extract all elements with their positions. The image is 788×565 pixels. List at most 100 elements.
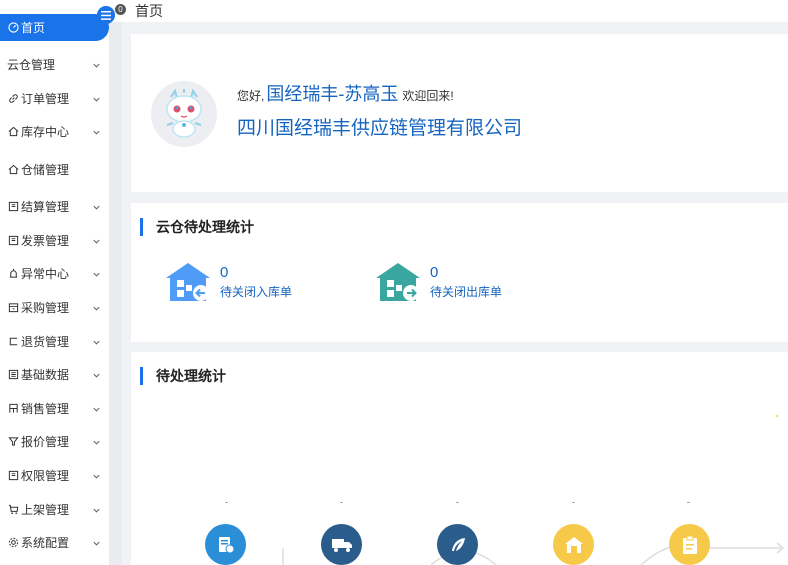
alarm-icon <box>7 268 19 280</box>
sidebar-item[interactable]: 首页 <box>0 14 109 41</box>
stat-value: 0 <box>220 264 229 281</box>
pending-warehouse-button[interactable] <box>553 524 594 565</box>
stat-pending-inbound[interactable]: 0 待关闭入库单 <box>164 261 292 303</box>
sidebar-item-label: 库存中心 <box>21 125 70 139</box>
sidebar-item-label: 仓储管理 <box>21 163 70 177</box>
sidebar-item-label: 采购管理 <box>21 301 70 315</box>
warehouse-outbound-icon <box>376 263 420 301</box>
sidebar-item-label: 异常中心 <box>21 267 70 281</box>
chevron-down-icon <box>92 470 102 480</box>
chevron-down-icon <box>92 59 102 69</box>
sidebar-item-label: 权限管理 <box>21 469 70 483</box>
mascot-avatar-icon <box>166 89 202 138</box>
sales-icon <box>7 403 19 415</box>
sidebar-item[interactable]: 销售管理 <box>0 395 109 422</box>
sidebar-item-label: 云仓管理 <box>7 58 56 72</box>
notification-badge[interactable]: 0 <box>115 4 126 15</box>
greeting-line: 您好, 国经瑞丰-苏高玉 欢迎回来! <box>237 80 454 106</box>
sidebar-item-label: 退货管理 <box>21 335 70 349</box>
pending-stats-card: 待处理统计 <box>131 352 788 565</box>
sidebar-item-label: 基础数据 <box>21 368 70 382</box>
list-icon <box>7 369 19 381</box>
breadcrumb[interactable]: 首页 <box>135 1 163 21</box>
welcome-card: 您好, 国经瑞丰-苏高玉 欢迎回来! 四川国经瑞丰供应链管理有限公司 <box>131 34 788 192</box>
sidebar-item-label: 结算管理 <box>21 200 70 214</box>
sidebar-item-label: 系统配置 <box>21 536 70 550</box>
menu-toggle-button[interactable] <box>97 6 115 24</box>
document-clock-icon <box>218 536 234 553</box>
doc-icon <box>7 201 19 213</box>
divider <box>456 502 459 503</box>
greeting-prefix: 您好, <box>237 89 265 103</box>
doc-icon <box>7 235 19 247</box>
chevron-down-icon <box>92 504 102 514</box>
gear-icon <box>7 537 19 549</box>
sidebar-item-label: 上架管理 <box>21 503 70 517</box>
chevron-down-icon <box>92 126 102 136</box>
stat-label: 待关闭入库单 <box>220 285 293 299</box>
home-icon <box>7 164 19 176</box>
sidebar-item[interactable]: 退货管理 <box>0 328 109 355</box>
pending-clipboard-button[interactable] <box>669 524 710 565</box>
sidebar-item[interactable]: 云仓管理 <box>0 51 109 78</box>
sidebar-item[interactable]: 异常中心 <box>0 260 109 287</box>
dashboard-icon <box>7 22 19 34</box>
chevron-down-icon <box>92 369 102 379</box>
pending-sign-button[interactable] <box>437 524 478 565</box>
sidebar-item[interactable]: 基础数据 <box>0 361 109 388</box>
sidebar-item[interactable]: 库存中心 <box>0 118 109 145</box>
pending-shipping-button[interactable] <box>321 524 362 565</box>
menu-icon <box>101 10 111 20</box>
chevron-down-icon <box>92 235 102 245</box>
stat-label: 待关闭出库单 <box>430 285 503 299</box>
stat-value: 0 <box>430 264 439 281</box>
sidebar-item-label: 首页 <box>21 21 46 35</box>
chevron-down-icon <box>92 268 102 278</box>
sidebar-item-label: 订单管理 <box>21 92 70 106</box>
home-icon <box>7 126 19 138</box>
filter-icon <box>7 436 19 448</box>
doc-icon <box>7 470 19 482</box>
sidebar-item[interactable]: 结算管理 <box>0 193 109 220</box>
warehouse-icon <box>564 536 583 553</box>
sidebar-item[interactable]: 订单管理 <box>0 85 109 112</box>
sidebar-item[interactable]: 报价管理 <box>0 428 109 455</box>
sidebar-item[interactable]: 发票管理 <box>0 227 109 254</box>
chevron-down-icon <box>92 302 102 312</box>
cart-icon <box>7 504 19 516</box>
stat-pending-outbound[interactable]: 0 待关闭出库单 <box>374 261 502 303</box>
content-gutter <box>109 22 122 565</box>
sidebar-item[interactable]: 系统配置 <box>0 529 109 556</box>
sidebar-item[interactable]: 上架管理 <box>0 496 109 523</box>
sidebar-item[interactable]: 仓储管理 <box>0 156 109 183</box>
sidebar-item[interactable]: 权限管理 <box>0 462 109 489</box>
divider <box>572 502 575 503</box>
box-icon <box>7 302 19 314</box>
chevron-down-icon <box>92 403 102 413</box>
company-name: 四川国经瑞丰供应链管理有限公司 <box>237 118 523 139</box>
chevron-down-icon <box>92 93 102 103</box>
divider <box>340 502 343 503</box>
return-icon <box>7 336 19 348</box>
greeting-suffix: 欢迎回来! <box>402 89 454 103</box>
chevron-down-icon <box>92 436 102 446</box>
sidebar-item-label: 销售管理 <box>21 402 70 416</box>
chevron-down-icon <box>92 336 102 346</box>
pending-document-button[interactable] <box>205 524 246 565</box>
warehouse-inbound-icon <box>166 263 210 301</box>
user-name: 国经瑞丰-苏高玉 <box>266 84 399 104</box>
avatar <box>151 81 217 147</box>
section-title: 云仓待处理统计 <box>140 218 254 236</box>
link-icon <box>7 93 19 105</box>
truck-icon <box>331 538 352 552</box>
divider <box>225 502 228 503</box>
sidebar-item[interactable]: 采购管理 <box>0 294 109 321</box>
divider <box>687 502 690 503</box>
cloud-pending-card: 云仓待处理统计 0 待关闭入库单 0 待关闭出库单 <box>131 203 788 342</box>
sidebar-item-label: 报价管理 <box>21 435 70 449</box>
chevron-down-icon <box>92 537 102 547</box>
sidebar-item-label: 发票管理 <box>21 234 70 248</box>
feather-icon <box>451 537 465 551</box>
chevron-down-icon <box>92 201 102 211</box>
clipboard-icon <box>682 535 697 554</box>
